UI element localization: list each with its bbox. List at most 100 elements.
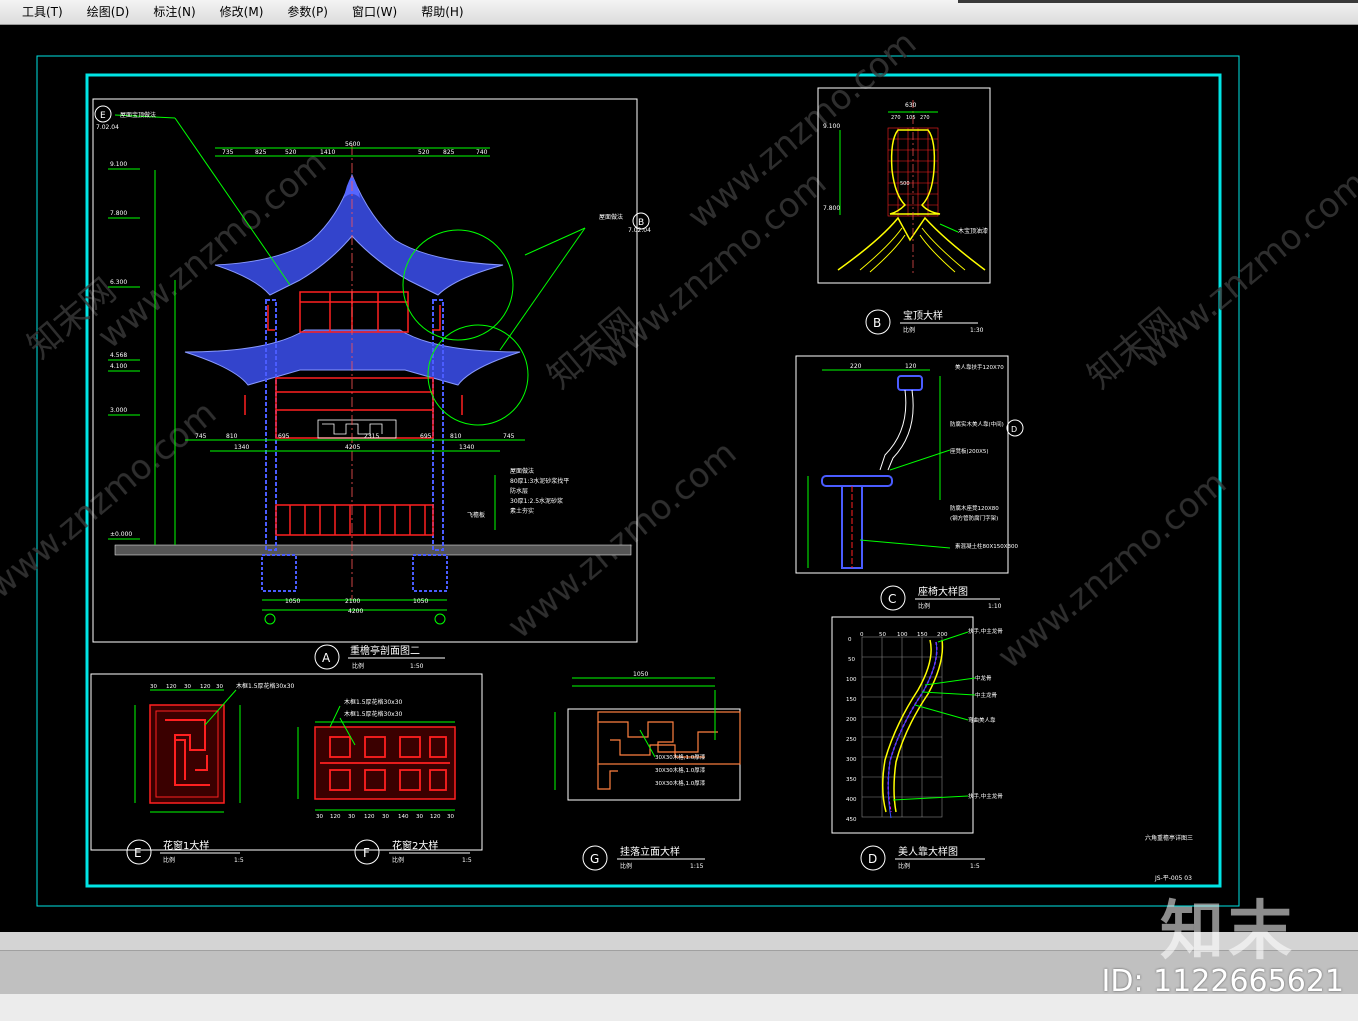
- dim-b-0: 270: [891, 115, 901, 121]
- leader-c-2: [859, 539, 951, 549]
- dim-mid-0: 745: [195, 433, 207, 440]
- detail-a-marker: A: [322, 651, 331, 665]
- detail-a-scale: 1:50: [410, 663, 424, 670]
- menu-window[interactable]: 窗口(W): [340, 0, 409, 24]
- detail-d-scale: 1:5: [970, 863, 980, 870]
- detail-e-scale-label: 比例: [163, 856, 175, 864]
- dim-bottom-2: 1050: [413, 598, 428, 605]
- callout-c-0: 美人靠扶手120X70: [955, 363, 1004, 371]
- dim-mid-3: 2315: [364, 433, 379, 440]
- detail-a-title: 重檐亭剖面图二: [350, 644, 420, 657]
- dim-f-4: 30: [382, 814, 389, 820]
- x-tick-0: 0: [860, 632, 864, 638]
- detail-f-scale: 1:5: [462, 857, 472, 864]
- backrest-profile-core: [887, 641, 938, 813]
- detail-c: 220 120 美人靠扶手120X70 防腐实木美人靠(中间) 座凳板(200X…: [795, 355, 1024, 611]
- y-tick-7: 350: [846, 777, 857, 783]
- menu-bar: 工具(T) 绘图(D) 标注(N) 修改(M) 参数(P) 窗口(W) 帮助(H…: [0, 0, 1358, 25]
- callout-d-2: 中主龙骨: [975, 691, 998, 699]
- dim-e-4: 30: [216, 684, 223, 690]
- menu-parameters[interactable]: 参数(P): [275, 0, 340, 24]
- backrest-profile-inner: [893, 639, 944, 813]
- column-left: [265, 299, 277, 551]
- y-tick-5: 250: [846, 737, 857, 743]
- y-tick-8: 400: [846, 797, 857, 803]
- callout-f-0: 木框1.5厚花格30x30: [344, 698, 403, 706]
- detail-d-marker: D: [868, 852, 877, 866]
- dims-mid: 745 810 695 2315 695 810 745 1340 4205 1…: [195, 433, 515, 451]
- detail-g-marker: G: [590, 852, 599, 866]
- detail-d-scale-label: 比例: [898, 862, 910, 870]
- detail-d-y-ticks: 0 50 100 150 200 250 300 350 400 450: [846, 637, 857, 823]
- dim-b-1: 105: [906, 115, 916, 121]
- menu-tools[interactable]: 工具(T): [0, 0, 75, 24]
- dim-e-3: 120: [200, 684, 211, 690]
- level-5: 3.000: [110, 407, 127, 414]
- ground-line: [114, 544, 632, 556]
- dim-f-0: 30: [316, 814, 323, 820]
- ref-sub-e: 7.02.04: [96, 124, 119, 131]
- dim-mid-4: 695: [420, 433, 432, 440]
- callout-f-1: 木框1.5厚花格30x30: [344, 710, 403, 718]
- detail-f-title: 花窗2大样: [392, 839, 438, 852]
- dim-g-total: 1050: [633, 671, 648, 678]
- detail-e-marker: E: [134, 846, 142, 860]
- dim-f-8: 30: [447, 814, 454, 820]
- axis-a-right: [434, 613, 446, 625]
- watermark-text-9: www.znzmo.com: [990, 463, 1234, 677]
- dims-bottom: 1050 2100 1050 4200: [285, 598, 428, 615]
- level-3: 4.568: [110, 352, 127, 359]
- menu-dimension[interactable]: 标注(N): [141, 0, 207, 24]
- dim-mid-1: 810: [226, 433, 238, 440]
- armrest-section: [897, 375, 923, 391]
- detail-g-scale: 1:15: [690, 863, 704, 870]
- callout-d-1: 中龙骨: [975, 674, 992, 682]
- dim-b-total: 630: [905, 102, 917, 109]
- y-tick-1: 50: [848, 657, 855, 663]
- dim-total: 5600: [345, 141, 360, 148]
- menu-modify[interactable]: 修改(M): [208, 0, 276, 24]
- detail-d-title: 美人靠大样图: [898, 845, 958, 858]
- right-callouts: 屋面做法 80厚1:3水泥砂浆找平 防水层 30厚1:2.5水泥砂浆 素土夯实 …: [467, 467, 569, 519]
- level-b-1: 7.800: [823, 205, 840, 212]
- detail-c-frame: [795, 355, 1009, 574]
- leader-f-0: [329, 705, 341, 728]
- dim-row2-0: 1340: [234, 444, 249, 451]
- dim-f-1: 120: [330, 814, 341, 820]
- dim-bottom-total: 4200: [348, 608, 363, 615]
- leader-b-label: [939, 223, 959, 233]
- finial-base: [837, 216, 986, 271]
- detail-c-title: 座椅大样图: [918, 585, 968, 598]
- y-tick-4: 200: [846, 717, 857, 723]
- toolbar-strip: [958, 0, 1358, 3]
- level-0: 9.100: [110, 161, 127, 168]
- leader-c-1: [889, 449, 951, 471]
- callout-g-0: 30X30木格,1.0厚漆: [655, 753, 706, 761]
- level-1: 7.800: [110, 210, 127, 217]
- detail-g-title: 挂落立面大样: [620, 845, 680, 858]
- backrest-curve-2: [887, 389, 914, 471]
- detail-b-scale-label: 比例: [903, 326, 915, 334]
- menu-draw[interactable]: 绘图(D): [75, 0, 142, 24]
- detail-c-scale: 1:10: [988, 603, 1002, 610]
- dim-row2-2: 1340: [459, 444, 474, 451]
- callout-g-2: 30X30木格,1.0厚漆: [655, 779, 706, 787]
- dim-mid-2: 695: [278, 433, 290, 440]
- detail-e-title: 花窗1大样: [163, 839, 209, 852]
- detail-e-scale: 1:5: [234, 857, 244, 864]
- callout-0: 屋面做法: [510, 467, 534, 475]
- detail-c-marker: C: [888, 592, 896, 606]
- watermark-text-3: www.znzmo.com: [0, 393, 224, 607]
- dim-top-5: 825: [443, 149, 455, 156]
- foundation-left: [261, 554, 297, 592]
- y-tick-9: 450: [846, 817, 857, 823]
- fascia-pattern: [597, 711, 741, 790]
- callout-c-1: 防腐实木美人靠(中间): [950, 420, 1004, 428]
- y-tick-6: 300: [846, 757, 857, 763]
- menu-help[interactable]: 帮助(H): [409, 0, 475, 24]
- dim-f-7: 120: [430, 814, 441, 820]
- backrest-profile-outer: [882, 639, 932, 813]
- dim-bottom-0: 1050: [285, 598, 300, 605]
- axis-a-left: [264, 613, 276, 625]
- drawing-canvas[interactable]: 知末网 www.znzmo.com www.znzmo.com 知末网 www.…: [0, 25, 1358, 932]
